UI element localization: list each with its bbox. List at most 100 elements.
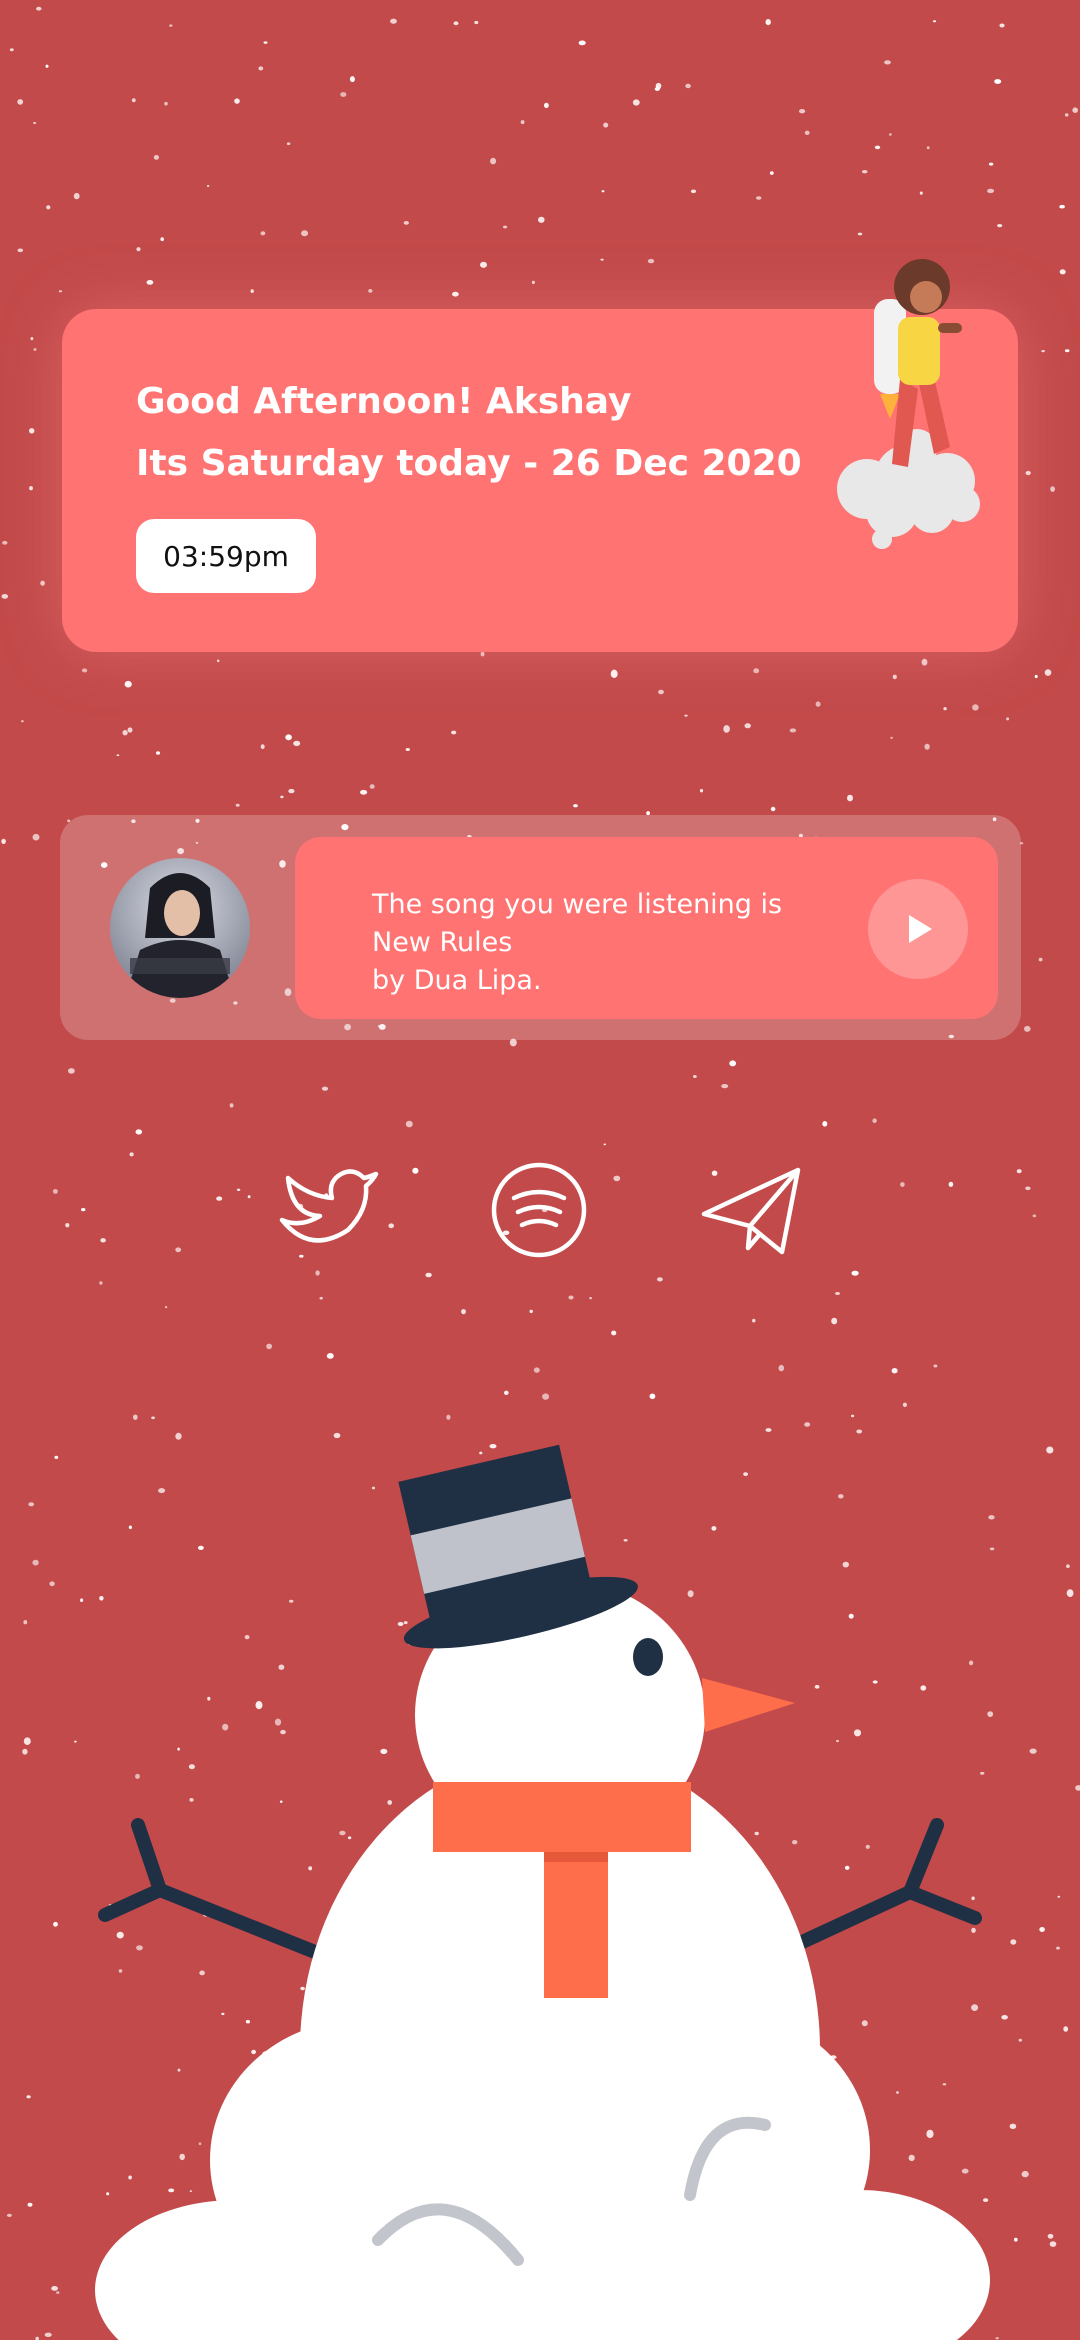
snow-speck bbox=[175, 1247, 182, 1253]
snow-speck bbox=[452, 291, 459, 297]
snow-speck bbox=[127, 727, 133, 733]
snow-speck bbox=[1041, 350, 1045, 353]
snow-speck bbox=[266, 1343, 272, 1350]
snow-speck bbox=[573, 804, 578, 808]
snow-speck bbox=[46, 205, 51, 210]
snow-speck bbox=[890, 736, 893, 739]
snow-speck bbox=[613, 1175, 621, 1182]
snow-speck bbox=[685, 83, 691, 89]
snow-speck bbox=[815, 701, 821, 707]
snow-speck bbox=[926, 146, 930, 150]
snow-speck bbox=[892, 674, 897, 680]
snow-speck bbox=[122, 730, 128, 736]
snow-speck bbox=[164, 1306, 168, 1309]
snow-speck bbox=[799, 109, 806, 114]
snow-speck bbox=[972, 704, 979, 711]
snow-speck bbox=[155, 751, 161, 755]
snow-speck bbox=[589, 1297, 592, 1300]
snow-speck bbox=[164, 101, 168, 106]
snow-speck bbox=[578, 40, 586, 46]
spotify-button[interactable] bbox=[484, 1160, 594, 1260]
snow-speck bbox=[603, 1143, 606, 1146]
snow-speck bbox=[301, 230, 309, 237]
snow-speck bbox=[1044, 669, 1052, 676]
snow-speck bbox=[260, 231, 266, 236]
snow-speck bbox=[721, 1084, 729, 1089]
play-icon bbox=[909, 915, 932, 943]
snow-speck bbox=[250, 289, 254, 293]
snow-speck bbox=[744, 723, 751, 729]
snow-speck bbox=[884, 60, 891, 65]
snow-speck bbox=[610, 669, 618, 678]
snow-speck bbox=[285, 734, 292, 741]
twitter-icon bbox=[279, 1169, 379, 1243]
snow-speck bbox=[405, 748, 410, 751]
snow-speck bbox=[160, 237, 164, 242]
snow-speck bbox=[33, 348, 37, 351]
snow-speck bbox=[474, 20, 479, 25]
snow-speck bbox=[765, 19, 771, 26]
snow-speck bbox=[100, 1238, 106, 1243]
snow-speck bbox=[994, 79, 1002, 84]
snow-speck bbox=[1025, 470, 1031, 476]
snow-speck bbox=[611, 1330, 617, 1336]
snow-speck bbox=[68, 1068, 75, 1074]
snow-speck bbox=[987, 188, 995, 194]
telegram-button[interactable] bbox=[698, 1160, 808, 1260]
telegram-icon bbox=[701, 1167, 801, 1255]
snow-speck bbox=[1064, 349, 1070, 353]
snowman-illustration bbox=[95, 1444, 990, 2340]
snow-speck bbox=[280, 795, 284, 799]
snow-speck bbox=[315, 1270, 320, 1276]
snow-speck bbox=[658, 689, 664, 695]
snow-speck bbox=[531, 280, 535, 284]
snow-speck bbox=[919, 191, 923, 195]
snow-speck bbox=[601, 190, 605, 193]
snow-speck bbox=[729, 1060, 737, 1067]
snow-speck bbox=[412, 1167, 419, 1174]
snow-speck bbox=[529, 1309, 533, 1314]
snow-speck bbox=[503, 225, 508, 229]
snow-speck bbox=[229, 1103, 234, 1108]
snow-speck bbox=[258, 66, 264, 71]
snow-speck bbox=[1072, 107, 1078, 113]
snow-speck bbox=[752, 1318, 756, 1323]
snow-speck bbox=[542, 1393, 550, 1400]
snow-speck bbox=[360, 789, 368, 795]
snow-speck bbox=[657, 1277, 663, 1282]
snow-speck bbox=[693, 1075, 697, 1078]
snow-speck bbox=[169, 24, 173, 27]
now-playing-panel: The song you were listening is New Rules… bbox=[60, 815, 1021, 1040]
snow-speck bbox=[932, 20, 937, 23]
snow-speck bbox=[369, 784, 375, 789]
snow-speck bbox=[647, 258, 655, 264]
snow-speck bbox=[988, 162, 994, 166]
snow-speck bbox=[40, 580, 45, 586]
snow-speck bbox=[17, 99, 24, 105]
play-button[interactable] bbox=[868, 879, 968, 979]
greeting-title: Good Afternoon! Akshay bbox=[136, 381, 632, 422]
song-title: New Rules bbox=[372, 927, 513, 958]
snow-speck bbox=[1024, 1025, 1031, 1032]
snow-speck bbox=[872, 1118, 877, 1123]
snow-speck bbox=[1064, 113, 1069, 117]
snow-speck bbox=[2, 540, 8, 545]
album-art-avatar bbox=[110, 858, 250, 998]
snow-speck bbox=[29, 428, 35, 434]
date-line: Its Saturday today - 26 Dec 2020 bbox=[136, 443, 802, 484]
snow-speck bbox=[21, 720, 24, 723]
snow-speck bbox=[504, 1390, 509, 1396]
snow-speck bbox=[1, 594, 9, 599]
snow-speck bbox=[756, 196, 762, 200]
snow-speck bbox=[943, 707, 947, 711]
snow-speck bbox=[33, 122, 37, 124]
snow-speck bbox=[1034, 674, 1038, 679]
snow-speck bbox=[847, 794, 853, 802]
snow-speck bbox=[349, 76, 355, 83]
twitter-button[interactable] bbox=[270, 1160, 380, 1260]
snow-speck bbox=[405, 1120, 413, 1128]
snow-speck bbox=[124, 680, 132, 688]
snow-speck bbox=[390, 18, 397, 24]
snow-speck bbox=[655, 82, 662, 90]
snow-speck bbox=[32, 833, 40, 841]
